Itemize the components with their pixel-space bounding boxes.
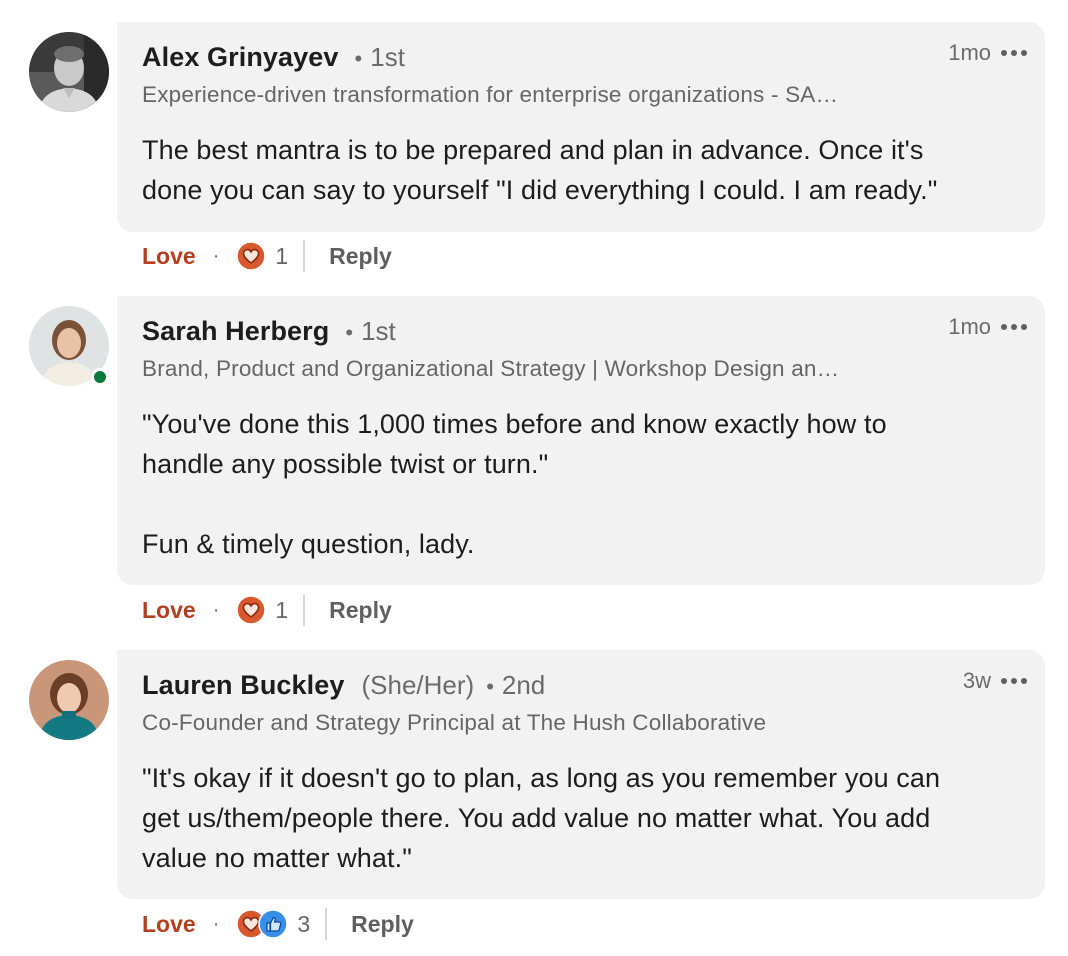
reply-button[interactable]: Reply bbox=[351, 911, 414, 938]
more-options-icon[interactable] bbox=[1001, 50, 1027, 56]
love-reaction-icon bbox=[236, 595, 267, 625]
timestamp: 3w bbox=[962, 668, 991, 693]
separator-dot: · bbox=[212, 598, 220, 621]
comment-header: Sarah Herberg • 1st bbox=[142, 316, 396, 350]
comment-text: The best mantra is to be prepared and pl… bbox=[142, 130, 937, 210]
more-options-icon[interactable] bbox=[1001, 324, 1027, 330]
reaction-count[interactable]: 1 bbox=[275, 597, 288, 624]
comment-bubble: Lauren Buckley (She/Her) • 2nd Co-Founder… bbox=[117, 650, 1045, 899]
comment-bubble: Sarah Herberg • 1st Brand, Product and Or… bbox=[117, 296, 1045, 585]
comment-text: "You've done this 1,000 times before and… bbox=[142, 404, 887, 564]
author-headline: Experience-driven transformation for ent… bbox=[142, 82, 839, 107]
timestamp: 1mo bbox=[948, 314, 991, 339]
degree-label: 1st bbox=[361, 316, 396, 346]
timestamp: 1mo bbox=[948, 40, 991, 65]
online-status-indicator bbox=[91, 368, 109, 386]
comment-text-line: "You've done this 1,000 times before and… bbox=[142, 409, 887, 439]
author-name[interactable]: Alex Grinyayev bbox=[142, 42, 339, 73]
degree-label: 1st bbox=[370, 42, 405, 72]
connection-degree: • 2nd bbox=[486, 670, 545, 701]
comment-meta: 1mo bbox=[948, 314, 1027, 340]
author-headline: Brand, Product and Organizational Strate… bbox=[142, 356, 840, 381]
love-reaction-icon bbox=[236, 241, 267, 271]
separator-dot: · bbox=[212, 912, 220, 935]
author-pronouns: (She/Her) bbox=[361, 670, 475, 700]
comment-text-line: done you can say to yourself "I did ever… bbox=[142, 175, 938, 205]
like-reaction-icon bbox=[258, 909, 289, 939]
reaction-count[interactable]: 3 bbox=[297, 911, 310, 938]
degree-separator: • bbox=[345, 320, 354, 345]
reply-button[interactable]: Reply bbox=[329, 597, 392, 624]
author-name[interactable]: Lauren Buckley bbox=[142, 670, 344, 701]
more-options-icon[interactable] bbox=[1001, 678, 1027, 684]
comment-actions: Love · 1 Reply bbox=[142, 239, 392, 273]
separator-dot: · bbox=[212, 244, 220, 267]
avatar[interactable] bbox=[29, 32, 109, 112]
comment-actions: Love · 3 Reply bbox=[142, 907, 414, 941]
comment-text-line: "It's okay if it doesn't go to plan, as … bbox=[142, 763, 941, 793]
action-divider bbox=[303, 594, 306, 626]
comment-text: "It's okay if it doesn't go to plan, as … bbox=[142, 758, 940, 878]
comment-text-line: get us/them/people there. You add value … bbox=[142, 803, 931, 833]
author-headline: Co-Founder and Strategy Principal at The… bbox=[142, 710, 767, 735]
reactions-summary[interactable] bbox=[236, 595, 267, 625]
comment-header: Alex Grinyayev • 1st bbox=[142, 42, 405, 76]
comment-meta: 3w bbox=[963, 668, 1027, 694]
comment-bubble: Alex Grinyayev • 1st Experience-driven tr… bbox=[117, 22, 1045, 232]
connection-degree: • 1st bbox=[355, 42, 405, 73]
reaction-count[interactable]: 1 bbox=[275, 243, 288, 270]
love-button[interactable]: Love bbox=[142, 597, 196, 624]
love-button[interactable]: Love bbox=[142, 243, 196, 270]
action-divider bbox=[303, 240, 306, 272]
comment-text-line: value no matter what." bbox=[142, 843, 412, 873]
comment-text-line: Fun & timely question, lady. bbox=[142, 529, 475, 559]
avatar[interactable] bbox=[29, 660, 109, 740]
comment-text-line bbox=[142, 484, 887, 524]
comment-meta: 1mo bbox=[948, 40, 1027, 66]
comment-header: Lauren Buckley (She/Her) • 2nd bbox=[142, 670, 545, 704]
author-name[interactable]: Sarah Herberg bbox=[142, 316, 329, 347]
comments-list: Alex Grinyayev • 1st Experience-driven tr… bbox=[0, 0, 1068, 956]
comment-text-line: The best mantra is to be prepared and pl… bbox=[142, 135, 924, 165]
reactions-summary[interactable] bbox=[236, 241, 267, 271]
degree-separator: • bbox=[354, 46, 363, 71]
comment-text-line: handle any possible twist or turn." bbox=[142, 449, 549, 479]
action-divider bbox=[325, 908, 328, 940]
connection-degree: • 1st bbox=[345, 316, 395, 347]
reactions-summary[interactable] bbox=[236, 909, 289, 939]
reply-button[interactable]: Reply bbox=[329, 243, 392, 270]
comment-actions: Love · 1 Reply bbox=[142, 593, 392, 627]
love-button[interactable]: Love bbox=[142, 911, 196, 938]
degree-label: 2nd bbox=[501, 670, 546, 700]
degree-separator: • bbox=[486, 674, 494, 699]
